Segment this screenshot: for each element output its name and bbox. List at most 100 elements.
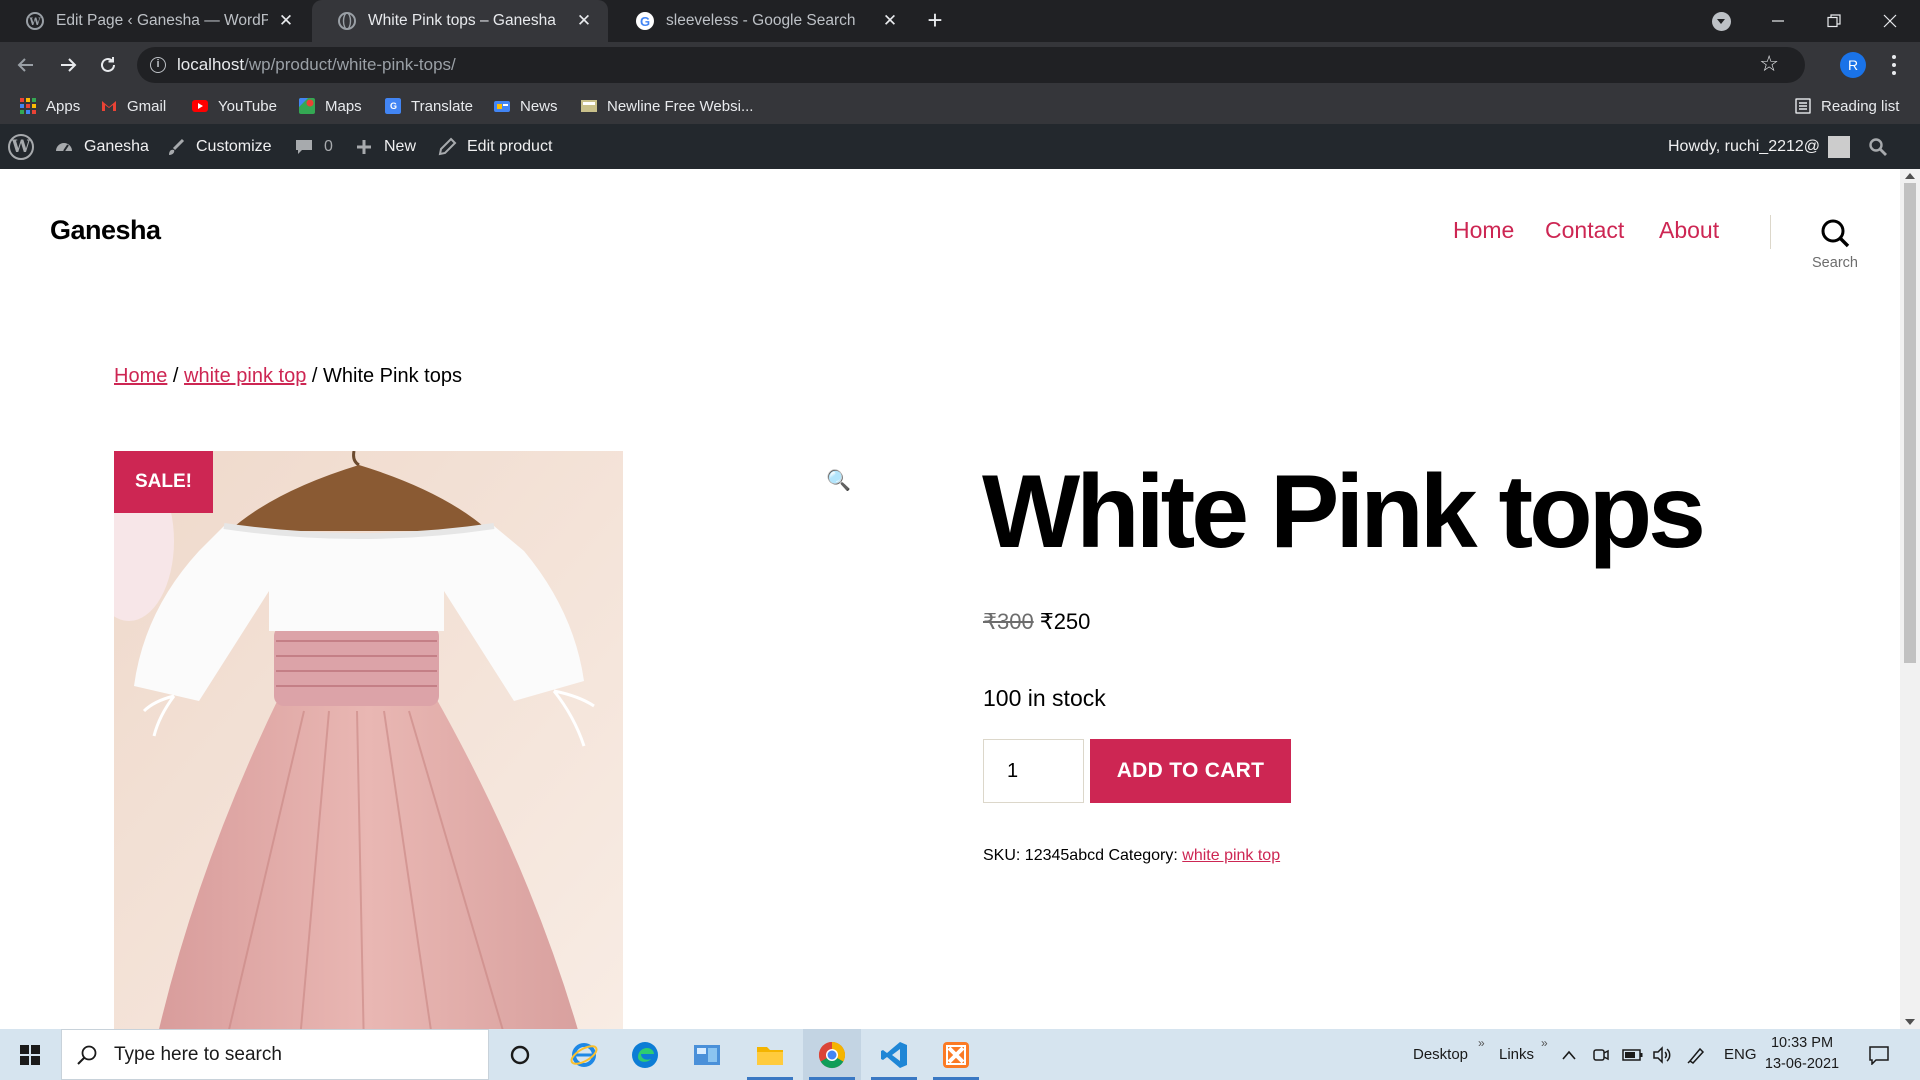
close-tab-icon[interactable]: ✕ [574,11,594,31]
minimize-icon [1772,20,1784,22]
reading-list-button[interactable]: Reading list [1795,96,1899,116]
category-link[interactable]: white pink top [1182,847,1280,864]
volume-button[interactable] [1652,1029,1672,1080]
site-title[interactable]: Ganesha [50,215,161,246]
tab-edit-page[interactable]: W Edit Page ‹ Ganesha — WordPress ✕ [0,0,310,42]
file-explorer-app[interactable] [741,1029,799,1080]
profile-avatar[interactable]: R [1840,52,1866,78]
minimize-button[interactable] [1750,0,1806,42]
bookmark-maps[interactable]: Maps [299,96,362,116]
youtube-icon [192,100,208,112]
breadcrumb-category[interactable]: white pink top [184,365,306,387]
bookmark-label: Gmail [127,97,167,115]
new-tab-button[interactable]: + [922,7,948,34]
bookmark-news[interactable]: News [494,96,558,116]
scrollbar-thumb[interactable] [1904,183,1916,663]
admin-account[interactable]: Howdy, ruchi_2212@ [1668,136,1851,158]
paintbrush-icon [169,138,185,155]
admin-edit-product[interactable]: Edit product [437,136,552,158]
start-button[interactable] [0,1029,60,1080]
tab-search-icon[interactable] [1712,12,1731,31]
back-arrow-icon [17,58,33,72]
nav-contact[interactable]: Contact [1545,217,1624,244]
desktop-toolbar[interactable]: Desktop [1413,1029,1468,1080]
meet-now-button[interactable] [1592,1029,1610,1080]
nav-home[interactable]: Home [1453,217,1514,244]
control-panel-app[interactable] [678,1029,736,1080]
close-tab-icon[interactable]: ✕ [276,11,296,31]
admin-site-name[interactable]: Ganesha [54,136,149,158]
svg-text:G: G [390,101,397,111]
taskbar-clock[interactable]: 10:33 PM 13-06-2021 [1762,1033,1842,1075]
bookmark-star-icon[interactable]: ☆ [1759,51,1779,77]
bookmark-label: Maps [325,97,362,115]
reload-button[interactable] [92,49,124,81]
internet-explorer-icon [570,1042,598,1067]
browser-tab-strip: W Edit Page ‹ Ganesha — WordPress ✕ Whit… [0,0,1920,42]
back-button[interactable] [10,49,42,81]
admin-customize[interactable]: Customize [166,136,272,158]
notifications-button[interactable] [1868,1029,1890,1080]
close-tab-icon[interactable]: ✕ [880,11,900,31]
tab-product-page[interactable]: White Pink tops – Ganesha ✕ [312,0,608,42]
breadcrumb-separator: / [167,365,185,387]
internet-explorer-app[interactable] [555,1029,613,1080]
bookmark-gmail[interactable]: Gmail [101,96,166,116]
admin-search[interactable] [1868,136,1888,158]
close-window-button[interactable] [1862,0,1918,42]
quantity-input[interactable]: 1 [983,739,1084,803]
chrome-app[interactable] [803,1029,861,1080]
site-info-icon[interactable]: i [150,57,166,73]
bookmark-youtube[interactable]: YouTube [192,96,277,116]
wordpress-logo-icon[interactable]: W [8,134,34,160]
cortana-button[interactable] [491,1029,549,1080]
forward-button[interactable] [52,49,84,81]
bookmark-label: News [520,97,558,115]
edge-app[interactable] [616,1029,674,1080]
pen-workspace-button[interactable] [1686,1029,1706,1080]
restore-button[interactable] [1806,0,1862,42]
search-toggle-button[interactable]: Search [1790,213,1880,273]
sale-price: ₹250 [1039,609,1091,634]
chrome-menu-icon[interactable] [1886,52,1902,78]
breadcrumb-home[interactable]: Home [114,365,167,387]
svg-text:G: G [640,14,650,29]
input-language-button[interactable]: ENG [1724,1029,1757,1080]
add-to-cart-button[interactable]: ADD TO CART [1090,739,1291,803]
tab-google-search[interactable]: G sleeveless - Google Search ✕ [610,0,914,42]
admin-site-label: Ganesha [84,138,149,155]
nav-about[interactable]: About [1659,217,1719,244]
scroll-up-arrow-icon[interactable] [1905,173,1915,179]
url-text[interactable]: localhost/wp/product/white-pink-tops/ [177,55,456,75]
admin-new[interactable]: New [354,136,416,158]
admin-edit-product-label: Edit product [467,138,553,155]
language-label: ENG [1724,1046,1757,1063]
vscode-app[interactable] [865,1029,923,1080]
bookmark-apps[interactable]: Apps [20,96,80,116]
bookmark-translate[interactable]: G Translate [385,96,473,116]
address-bar[interactable]: i localhost/wp/product/white-pink-tops/ … [137,47,1805,83]
reading-list-label: Reading list [1821,97,1900,115]
pencil-icon [438,137,457,156]
battery-button[interactable] [1622,1029,1644,1080]
bookmark-newline[interactable]: Newline Free Websi... [581,96,753,116]
scroll-down-arrow-icon[interactable] [1905,1019,1915,1025]
restore-icon [1827,14,1841,28]
links-chevron-icon[interactable]: » [1541,1017,1548,1068]
taskbar-search-box[interactable]: Type here to search [61,1029,489,1080]
google-favicon-icon: G [636,12,654,30]
desktop-chevron-icon[interactable]: » [1478,1017,1485,1068]
search-icon [1869,138,1887,156]
user-avatar [1828,136,1851,158]
links-toolbar[interactable]: Links [1499,1029,1534,1080]
show-hidden-icons-button[interactable] [1562,1029,1576,1080]
comments-count: 0 [324,138,333,155]
xampp-app[interactable] [927,1029,985,1080]
admin-new-label: New [384,138,417,155]
product-image[interactable] [114,451,623,1029]
admin-comments[interactable]: 0 [294,136,333,158]
web-page: Ganesha Home Contact About Search Home /… [0,169,1900,1029]
zoom-icon[interactable]: 🔍 [826,468,851,493]
wp-admin-bar: W Ganesha Customize 0 New Edit product H… [0,124,1920,169]
page-scrollbar[interactable] [1900,169,1920,1029]
